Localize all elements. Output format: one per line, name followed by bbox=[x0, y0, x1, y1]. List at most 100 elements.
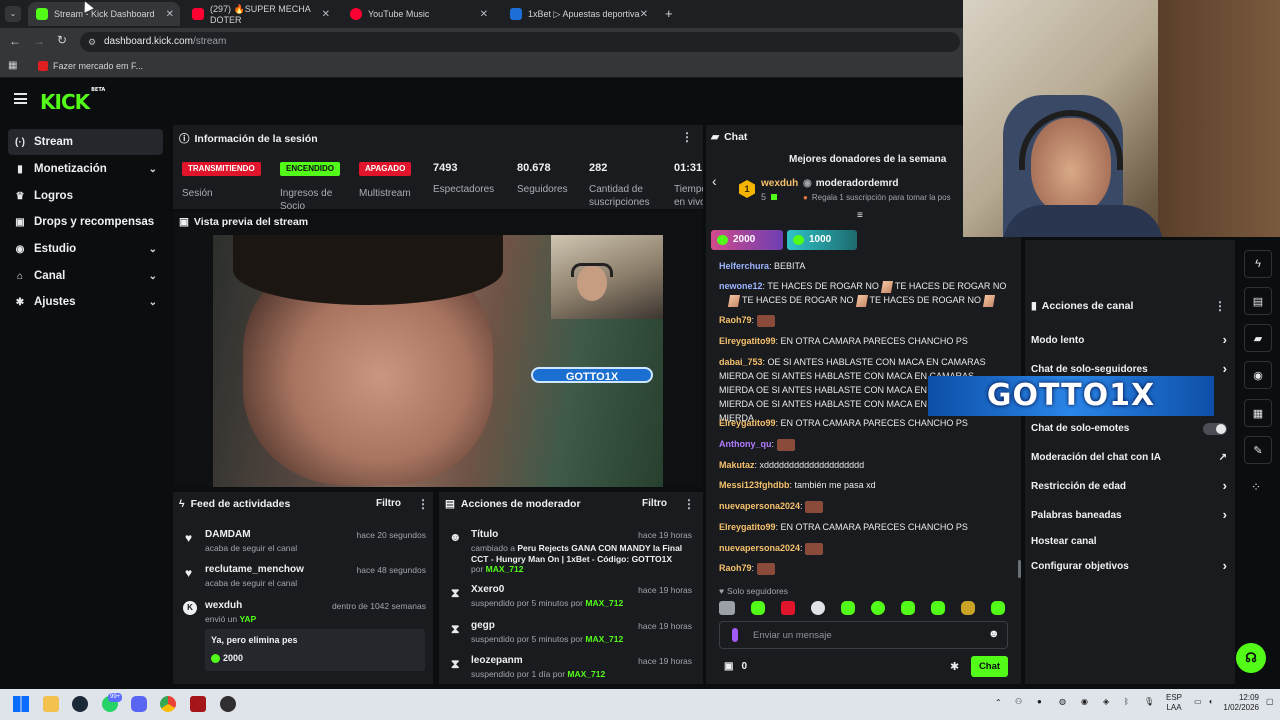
emoji-icon[interactable]: ☻ bbox=[988, 628, 1000, 640]
emote-hat-icon[interactable] bbox=[961, 601, 975, 615]
chat-scrollbar[interactable] bbox=[1018, 560, 1021, 578]
new-tab-icon[interactable]: + bbox=[665, 6, 673, 21]
sidebar-item-monetizacion[interactable]: ▮ Monetización ⌄ bbox=[8, 156, 163, 182]
discord-icon[interactable] bbox=[131, 696, 147, 712]
chat-settings-icon[interactable]: ✱ bbox=[950, 660, 959, 673]
tab-youtube-music[interactable]: YouTube Music ✕ bbox=[342, 2, 494, 26]
sidebar-item-ajustes[interactable]: ✱ Ajustes ⌄ bbox=[8, 289, 163, 315]
chat-username[interactable]: Makutaz bbox=[719, 460, 755, 470]
tray-app-icon[interactable]: ◍ bbox=[1059, 697, 1066, 706]
chat-username[interactable]: Elreygatito99 bbox=[719, 522, 776, 532]
channel-action-slow-mode[interactable]: Modo lento › bbox=[1031, 332, 1227, 347]
channel-action-followers-only[interactable]: Chat de solo-seguidores › bbox=[1031, 361, 1227, 376]
tab-search-button[interactable]: ⌄ bbox=[5, 6, 21, 22]
close-icon[interactable]: ✕ bbox=[322, 9, 330, 20]
quick-action-bolt-icon[interactable]: ϟ bbox=[1244, 250, 1272, 278]
chat-username[interactable]: Anthony_qu bbox=[719, 439, 772, 449]
file-explorer-icon[interactable] bbox=[43, 696, 59, 712]
language-indicator[interactable]: ESP LAA bbox=[1166, 693, 1182, 713]
windows-start-icon[interactable] bbox=[13, 696, 29, 712]
channel-action-ai-moderation[interactable]: Moderación del chat con IA ↗ bbox=[1031, 452, 1227, 463]
address-bar[interactable]: ⚙ dashboard.kick.com/stream bbox=[80, 32, 960, 52]
chat-username[interactable]: Messi123fghdbb bbox=[719, 480, 790, 490]
support-button[interactable]: ☊ bbox=[1236, 643, 1266, 673]
bluetooth-icon[interactable]: ᛒ bbox=[1124, 697, 1129, 706]
tab-1xbet[interactable]: 1xBet ▷ Apuestas deportivas o ✕ bbox=[502, 2, 654, 26]
more-options-icon[interactable]: ⋮ bbox=[681, 130, 693, 144]
chat-username[interactable]: dabai_753 bbox=[719, 357, 763, 367]
moderator-item-name[interactable]: leozepanm bbox=[471, 655, 523, 666]
emote-red-icon[interactable] bbox=[781, 601, 795, 615]
emote-green-icon[interactable] bbox=[841, 601, 855, 615]
channel-action-emotes-only[interactable]: Chat de solo-emotes bbox=[1031, 423, 1227, 435]
emote-green-icon[interactable] bbox=[991, 601, 1005, 615]
sidebar-item-stream[interactable]: (·) Stream bbox=[8, 129, 163, 155]
moderator-filter-button[interactable]: Filtro bbox=[642, 498, 667, 509]
emote-green-icon[interactable] bbox=[751, 601, 765, 615]
quick-action-layout-icon[interactable]: ▦ bbox=[1244, 399, 1272, 427]
stream-video[interactable]: GOTTO1X bbox=[213, 235, 663, 487]
moderator-item-name[interactable]: gegp bbox=[471, 620, 495, 631]
moderator-item-name[interactable]: Xxero0 bbox=[471, 584, 504, 595]
quick-action-tools-icon[interactable]: ✎ bbox=[1244, 436, 1272, 464]
tray-app-icon[interactable]: ◉ bbox=[1081, 697, 1088, 706]
quick-action-apps-icon[interactable]: ⁘ bbox=[1251, 480, 1261, 494]
donor-name[interactable]: wexduh bbox=[761, 178, 798, 189]
channel-action-host[interactable]: Hostear canal bbox=[1031, 536, 1227, 547]
chat-username[interactable]: Elreygatito99 bbox=[719, 418, 776, 428]
close-icon[interactable]: ✕ bbox=[640, 9, 648, 20]
quick-action-broadcast-icon[interactable]: ◉ bbox=[1244, 361, 1272, 389]
emote-green-icon[interactable] bbox=[871, 601, 885, 615]
emotes-only-toggle[interactable] bbox=[1203, 423, 1227, 435]
chat-username[interactable]: newone12 bbox=[719, 281, 763, 291]
emote-ball-icon[interactable] bbox=[811, 601, 825, 615]
forward-icon[interactable]: → bbox=[33, 34, 45, 48]
sidebar-item-canal[interactable]: ⌂ Canal ⌄ bbox=[8, 263, 163, 289]
chat-username[interactable]: nuevapersona2024 bbox=[719, 501, 800, 511]
tray-chevron-icon[interactable]: ⌃ bbox=[995, 698, 1002, 707]
kicks-pill-1[interactable]: 2000 bbox=[711, 230, 783, 250]
feed-item-name[interactable]: wexduh bbox=[205, 600, 242, 611]
kick-logo[interactable]: KICK BETA bbox=[40, 87, 105, 114]
obs-icon[interactable] bbox=[220, 696, 236, 712]
tray-app-icon[interactable]: ◈ bbox=[1103, 697, 1109, 706]
apps-icon[interactable]: ▦ bbox=[8, 60, 17, 71]
emote-green-icon[interactable] bbox=[901, 601, 915, 615]
sidebar-item-logros[interactable]: ♛ Logros bbox=[8, 183, 163, 209]
emote-green-icon[interactable] bbox=[931, 601, 945, 615]
site-info-icon[interactable]: ⚙ bbox=[88, 32, 96, 52]
notifications-icon[interactable]: ▢ bbox=[1266, 697, 1274, 706]
back-icon[interactable]: ← bbox=[9, 34, 21, 48]
more-options-icon[interactable]: ⋮ bbox=[683, 497, 695, 511]
tray-app-icon[interactable]: ⚇ bbox=[1015, 697, 1022, 706]
clock[interactable]: 12:09 1/02/2026 bbox=[1213, 693, 1259, 713]
more-options-icon[interactable]: ⋮ bbox=[417, 497, 429, 511]
sidebar-item-estudio[interactable]: ◉ Estudio ⌄ bbox=[8, 236, 163, 262]
more-options-icon[interactable]: ⋮ bbox=[1214, 299, 1226, 313]
feed-item-name[interactable]: reclutame_menchow bbox=[205, 564, 304, 575]
feed-item-name[interactable]: DAMDAM bbox=[205, 529, 251, 540]
dota-icon[interactable] bbox=[190, 696, 206, 712]
expand-icon[interactable]: ≡ bbox=[857, 210, 863, 221]
steam-icon[interactable] bbox=[72, 696, 88, 712]
chevron-left-icon[interactable]: ‹ bbox=[712, 173, 717, 189]
bookmark-item[interactable]: Fazer mercado em F... bbox=[38, 61, 143, 71]
tray-app-icon[interactable]: ● bbox=[1037, 697, 1042, 706]
chat-username[interactable]: Raoh79 bbox=[719, 315, 752, 325]
chat-input[interactable]: Enviar un mensaje ☻ bbox=[719, 621, 1008, 649]
chat-username[interactable]: nuevapersona2024 bbox=[719, 543, 800, 553]
chat-username[interactable]: Raoh79 bbox=[719, 563, 752, 573]
close-icon[interactable]: ✕ bbox=[166, 9, 174, 20]
reload-icon[interactable]: ↻ bbox=[57, 33, 67, 47]
tab-kick-dashboard[interactable]: Stream - Kick Dashboard ✕ bbox=[28, 2, 180, 26]
hamburger-menu-icon[interactable] bbox=[14, 93, 27, 104]
sidebar-item-drops[interactable]: ▣ Drops y recompensas bbox=[8, 209, 163, 235]
feed-filter-button[interactable]: Filtro bbox=[376, 498, 401, 509]
chrome-icon[interactable] bbox=[160, 696, 176, 712]
channel-action-goals[interactable]: Configurar objetivos › bbox=[1031, 558, 1227, 573]
microphone-icon[interactable]: 🎙 bbox=[1144, 697, 1154, 706]
send-chat-button[interactable]: Chat bbox=[971, 656, 1008, 677]
channel-action-banned-words[interactable]: Palabras baneadas › bbox=[1031, 507, 1227, 522]
emote-cat-icon[interactable] bbox=[719, 601, 735, 615]
chat-username[interactable]: Helferchura bbox=[719, 261, 769, 271]
